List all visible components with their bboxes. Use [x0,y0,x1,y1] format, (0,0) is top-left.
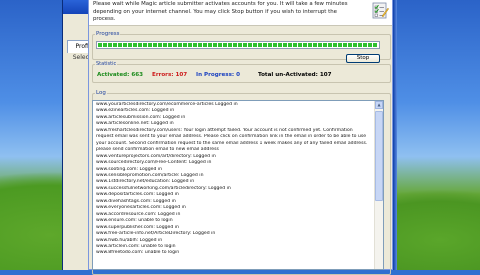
stop-button[interactable]: Stop [346,54,380,63]
errors-count: Errors: 107 [152,72,188,78]
total-unactivated-count: Total un-Activated: 107 [258,72,332,78]
statistic-label: Statistic [95,61,118,67]
description-panel: Please wait while Magic article submitte… [89,0,392,26]
progress-bar-fill [98,43,378,47]
log-textarea[interactable]: www.yourarticlesdirectory.com/ecommerce-… [92,100,384,270]
log-line: www.8freetodo.com: unable to login [96,250,180,256]
log-label: Log [95,90,107,96]
checklist-icon [372,2,389,19]
progress-bar [96,41,380,49]
description-text: Please wait while Magic article submitte… [93,1,348,22]
log-scrollbar[interactable]: ▲ [374,101,383,269]
in-progress-count: In Progress: 0 [196,72,241,78]
log-lines: www.yourarticlesdirectory.com/ecommerce-… [96,102,372,257]
scroll-up-icon[interactable]: ▲ [375,101,383,109]
log-line: request email was sent to your email add… [96,134,367,140]
scroll-thumb[interactable] [375,111,383,201]
progress-label: Progress [95,31,121,37]
dialog-right-border [393,0,397,270]
activated-count: Activated: 663 [97,72,143,78]
